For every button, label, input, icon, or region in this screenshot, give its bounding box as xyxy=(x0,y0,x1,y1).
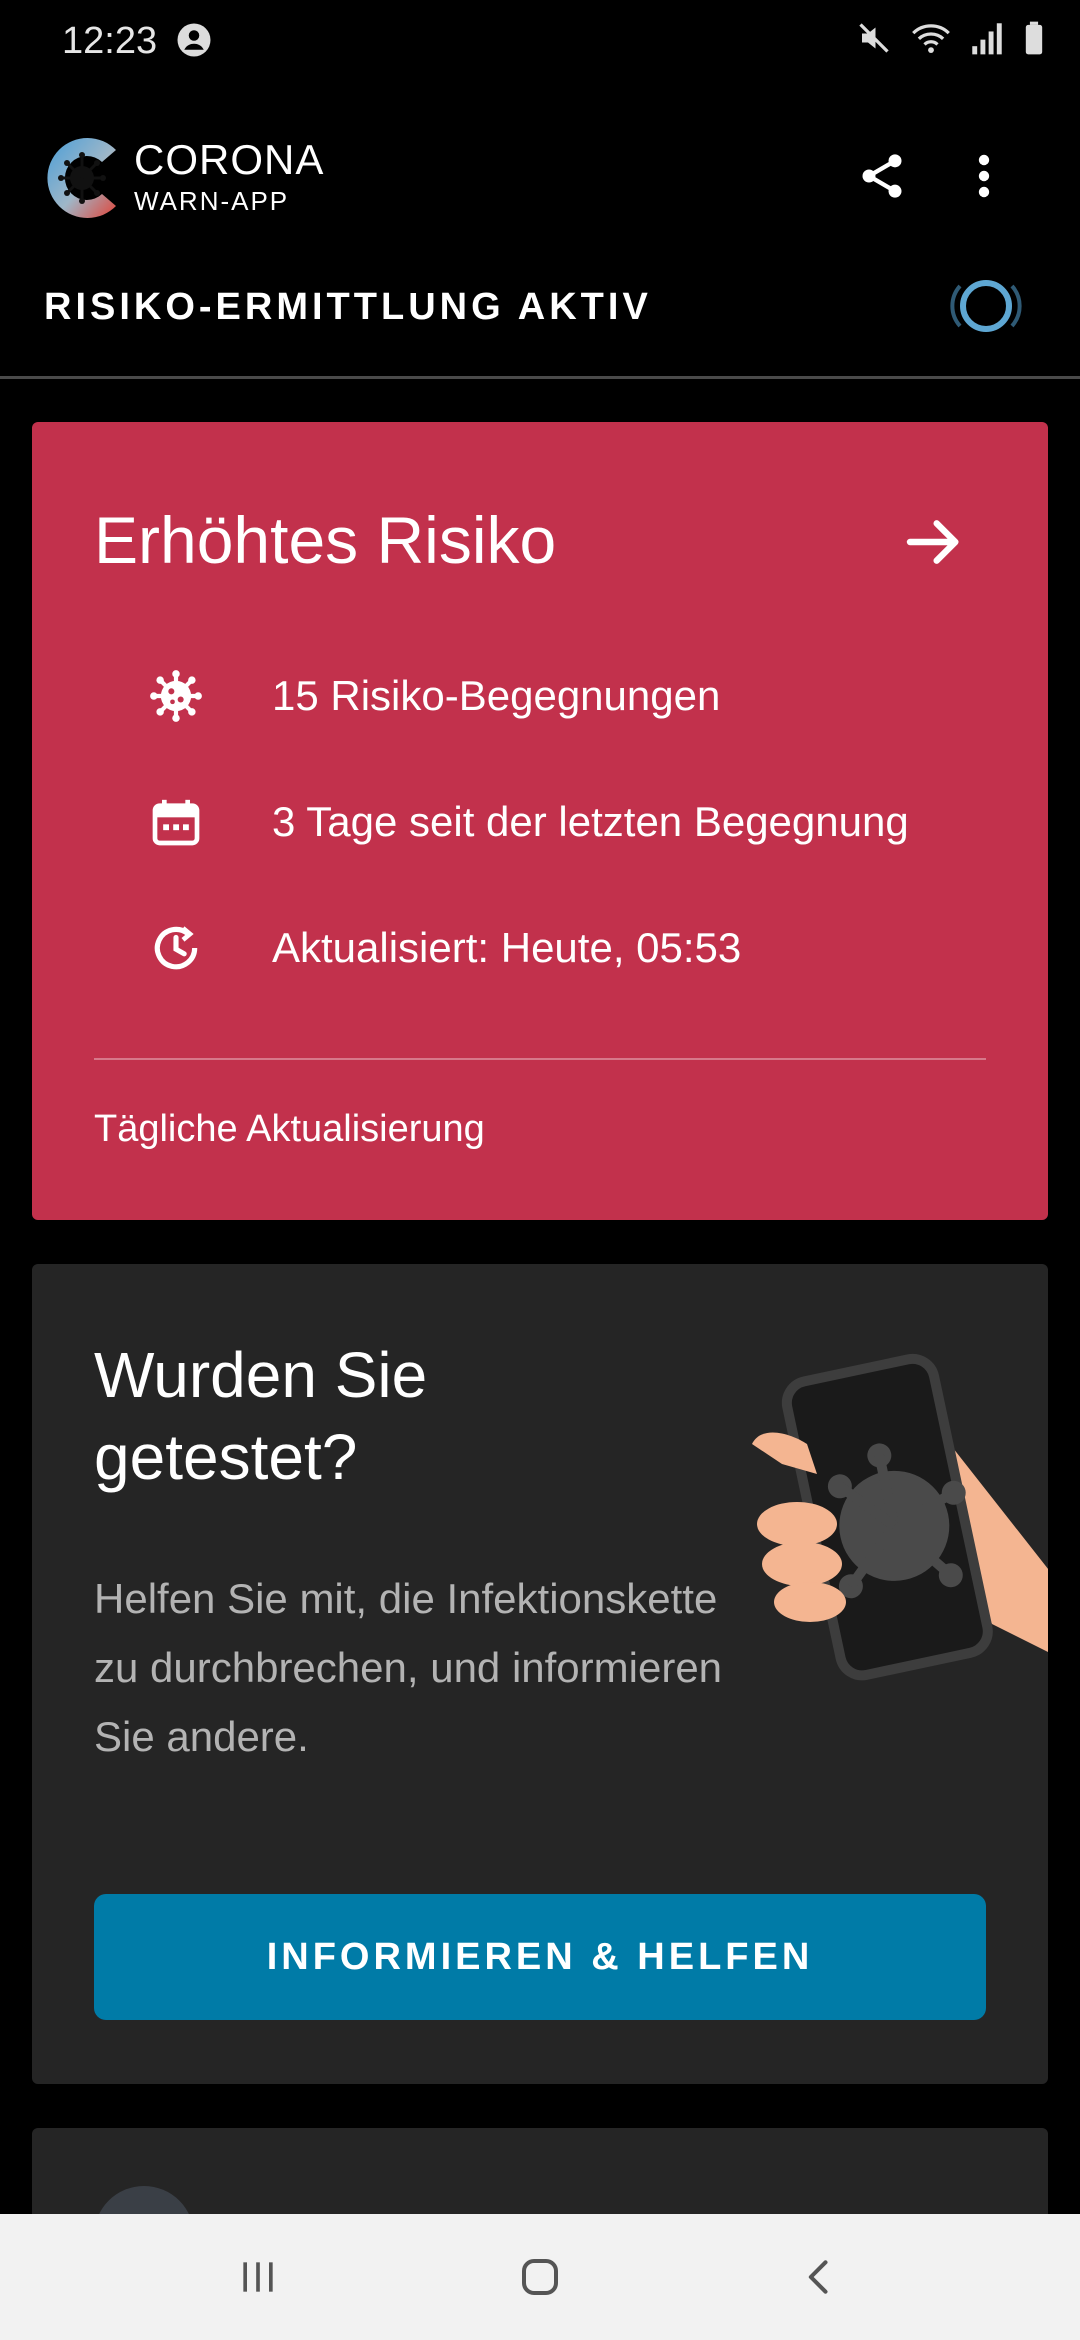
back-button[interactable] xyxy=(780,2244,860,2310)
share-button[interactable] xyxy=(850,144,914,208)
home-button[interactable] xyxy=(500,2244,580,2310)
risk-card[interactable]: Erhöhtes Risiko 15 Risiko-Begegnungen 3 … xyxy=(32,422,1048,1220)
status-icons xyxy=(856,20,1046,56)
account-icon xyxy=(177,23,211,57)
battery-icon xyxy=(1025,21,1043,55)
header-divider xyxy=(0,376,1080,379)
risk-row-updated: Aktualisiert: Heute, 05:53 xyxy=(94,906,994,986)
tested-title: Wurden Sie getestet? xyxy=(94,1339,428,1493)
recent-apps-icon xyxy=(243,2262,273,2292)
risk-title: Erhöhtes Risiko xyxy=(94,503,557,577)
hand-phone-virus-illustration-icon xyxy=(752,1353,1048,1681)
tested-card: Wurden Sie getestet? Helfen Sie mit, die… xyxy=(32,1264,1048,2084)
update-clock-icon xyxy=(154,926,198,970)
corona-warn-app-logo-icon xyxy=(47,138,116,218)
more-vert-icon xyxy=(978,154,990,198)
signal-icon xyxy=(972,23,1002,55)
back-icon xyxy=(808,2260,828,2294)
tested-description: Helfen Sie mit, die Infektionskette zu d… xyxy=(94,1575,723,1760)
virus-icon xyxy=(150,670,202,722)
risk-card-divider xyxy=(94,1058,986,1060)
recent-apps-button[interactable] xyxy=(218,2244,298,2310)
status-bar: 12:23 xyxy=(0,0,1080,90)
risk-row-text: 15 Risiko-Begegnungen xyxy=(272,672,721,719)
home-icon xyxy=(522,2259,558,2295)
more-options-button[interactable] xyxy=(952,144,1016,208)
mute-icon xyxy=(859,23,889,53)
logo-title: CORONA xyxy=(134,136,325,183)
risk-status-label: RISIKO-ERMITTLUNG AKTIV xyxy=(44,286,652,328)
tracing-active-icon[interactable] xyxy=(944,272,1028,340)
wifi-icon xyxy=(912,24,950,54)
inform-and-help-button[interactable]: INFORMIEREN & HELFEN xyxy=(94,1894,986,2020)
app-header: CORONA WARN-APP xyxy=(0,120,1080,240)
share-icon xyxy=(862,154,902,198)
system-nav-bar xyxy=(0,2214,1080,2340)
status-time: 12:23 xyxy=(62,20,158,62)
calendar-icon xyxy=(152,799,200,846)
risk-row-text: Aktualisiert: Heute, 05:53 xyxy=(272,924,742,971)
risk-row-encounters: 15 Risiko-Begegnungen xyxy=(94,654,994,734)
risk-row-text: 3 Tage seit der letzten Begegnung xyxy=(272,798,909,845)
logo-subtitle: WARN-APP xyxy=(134,186,290,216)
arrow-right-icon[interactable] xyxy=(902,510,966,574)
risk-update-frequency: Tägliche Aktualisierung xyxy=(94,1108,485,1150)
risk-row-last-encounter: 3 Tage seit der letzten Begegnung xyxy=(94,780,994,860)
